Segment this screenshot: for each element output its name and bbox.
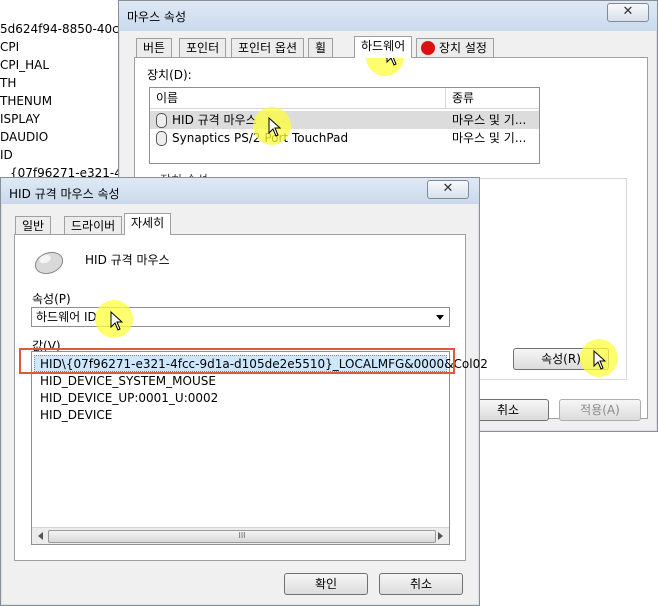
property-label: 속성(P) bbox=[32, 292, 71, 306]
mouse-window-title: 마우스 속성 bbox=[127, 10, 187, 24]
devices-label: 장치(D): bbox=[147, 68, 192, 82]
tab-general[interactable]: 일반 bbox=[15, 216, 52, 235]
chevron-down-icon bbox=[436, 315, 444, 320]
hid-title-bar: HID 규격 마우스 속성 ✕ bbox=[1, 178, 479, 204]
value-item[interactable]: HID_DEVICE_SYSTEM_MOUSE bbox=[40, 373, 216, 389]
device-list-header: 이름 종류 bbox=[150, 88, 539, 109]
horizontal-scrollbar[interactable]: III bbox=[32, 527, 449, 544]
background-row: DAUDIO bbox=[0, 130, 49, 144]
mouse-icon bbox=[156, 113, 167, 128]
background-row: ID bbox=[0, 148, 13, 162]
ok-button[interactable]: 확인 bbox=[284, 573, 368, 595]
hid-window-title: HID 규격 마우스 속성 bbox=[9, 187, 120, 201]
background-row: 5d624f94-8850-40c3- bbox=[0, 22, 131, 36]
annotation-box bbox=[19, 348, 455, 374]
property-select-value: 하드웨어 ID bbox=[36, 310, 97, 324]
column-name[interactable]: 이름 bbox=[150, 88, 446, 108]
background-row: ISPLAY bbox=[0, 112, 40, 126]
background-row: CPI bbox=[0, 40, 20, 54]
tab-device-settings[interactable]: 장치 설정 bbox=[416, 38, 494, 57]
mouse-close-button[interactable]: ✕ bbox=[607, 3, 649, 22]
tab-pointer-options[interactable]: 포인터 옵션 bbox=[231, 38, 305, 57]
background-row: TH bbox=[0, 76, 17, 90]
background-row: THENUM bbox=[0, 94, 53, 108]
tab-driver[interactable]: 드라이버 bbox=[64, 216, 123, 235]
mouse-icon bbox=[156, 131, 167, 146]
scroll-thumb[interactable]: III bbox=[48, 530, 436, 543]
background-list: 5d624f94-8850-40c3- CPI CPI_HAL TH THENU… bbox=[0, 0, 131, 180]
device-name-heading: HID 규격 마우스 bbox=[85, 253, 170, 267]
hid-cancel-button[interactable]: 취소 bbox=[379, 573, 463, 595]
value-list[interactable]: HID\{07f96271-e321-4fcc-9d1a-d105de2e551… bbox=[31, 351, 488, 545]
device-type: 마우스 및 기... bbox=[452, 131, 527, 145]
properties-button[interactable]: 속성(R) bbox=[513, 348, 609, 370]
scroll-grip: III bbox=[238, 531, 246, 540]
device-row[interactable]: Synaptics PS/2 Port TouchPad 마우스 및 기... bbox=[150, 129, 539, 147]
hid-properties-window: HID 규격 마우스 속성 ✕ 일반 드라이버 자세히 HID 규격 마우스 속… bbox=[0, 177, 488, 606]
details-panel: HID 규격 마우스 속성(P) 하드웨어 ID 값(V) HID\{07f96… bbox=[14, 234, 488, 561]
value-item[interactable]: HID_DEVICE_UP:0001_U:0002 bbox=[40, 390, 218, 406]
tab-wheel[interactable]: 휠 bbox=[308, 38, 334, 57]
tab-hardware[interactable]: 하드웨어 bbox=[354, 36, 413, 58]
scroll-left-icon[interactable] bbox=[38, 532, 43, 540]
tab-device-settings-label: 장치 설정 bbox=[439, 41, 487, 55]
close-icon: ✕ bbox=[442, 181, 454, 196]
device-row[interactable]: HID 규격 마우스 마우스 및 기... bbox=[150, 111, 539, 129]
device-type: 마우스 및 기... bbox=[452, 113, 527, 127]
mouse-device-icon bbox=[33, 249, 65, 275]
tab-buttons[interactable]: 버튼 bbox=[136, 38, 173, 57]
scroll-right-icon[interactable] bbox=[438, 532, 443, 540]
value-item[interactable]: HID_DEVICE bbox=[40, 407, 112, 423]
tab-details[interactable]: 자세히 bbox=[124, 213, 172, 235]
device-name: HID 규격 마우스 bbox=[172, 113, 257, 127]
background-row: CPI_HAL bbox=[0, 58, 50, 72]
device-name: Synaptics PS/2 Port TouchPad bbox=[172, 131, 349, 145]
device-list[interactable]: 이름 종류 HID 규격 마우스 마우스 및 기... Synaptics PS… bbox=[149, 87, 540, 164]
apply-button[interactable]: 적용(A) bbox=[559, 399, 641, 421]
hid-close-button[interactable]: ✕ bbox=[427, 180, 469, 199]
property-select[interactable]: 하드웨어 ID bbox=[31, 307, 450, 327]
column-type[interactable]: 종류 bbox=[446, 88, 541, 108]
synaptics-icon bbox=[421, 41, 435, 55]
mouse-title-bar: 마우스 속성 ✕ bbox=[119, 1, 657, 31]
close-icon: ✕ bbox=[622, 4, 634, 19]
tab-pointer[interactable]: 포인터 bbox=[179, 38, 227, 57]
